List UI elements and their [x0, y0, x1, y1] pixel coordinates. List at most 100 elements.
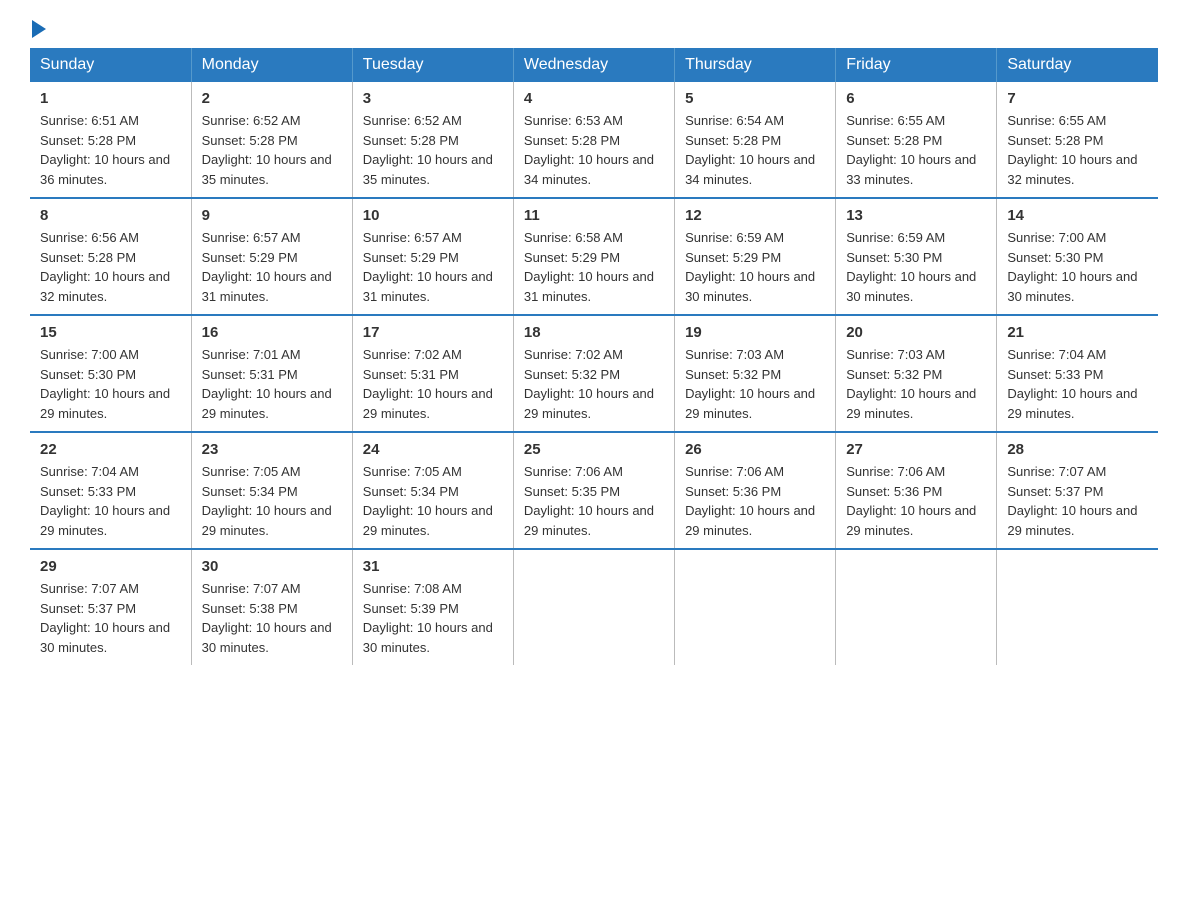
daylight-label: Daylight: 10 hours and 31 minutes. — [524, 269, 654, 304]
sunrise-label: Sunrise: 6:54 AM — [685, 113, 784, 128]
calendar-cell: 26 Sunrise: 7:06 AM Sunset: 5:36 PM Dayl… — [675, 432, 836, 549]
daylight-label: Daylight: 10 hours and 31 minutes. — [202, 269, 332, 304]
daylight-label: Daylight: 10 hours and 30 minutes. — [685, 269, 815, 304]
sunrise-label: Sunrise: 6:59 AM — [846, 230, 945, 245]
day-info: Sunrise: 7:07 AM Sunset: 5:38 PM Dayligh… — [202, 579, 342, 657]
day-number: 5 — [685, 90, 825, 107]
sunrise-label: Sunrise: 7:05 AM — [202, 464, 301, 479]
sunset-label: Sunset: 5:36 PM — [685, 484, 781, 499]
calendar-cell: 5 Sunrise: 6:54 AM Sunset: 5:28 PM Dayli… — [675, 82, 836, 198]
calendar-cell — [997, 549, 1158, 665]
day-info: Sunrise: 6:59 AM Sunset: 5:30 PM Dayligh… — [846, 228, 986, 306]
calendar-cell: 1 Sunrise: 6:51 AM Sunset: 5:28 PM Dayli… — [30, 82, 191, 198]
day-info: Sunrise: 6:58 AM Sunset: 5:29 PM Dayligh… — [524, 228, 664, 306]
sunset-label: Sunset: 5:32 PM — [685, 367, 781, 382]
daylight-label: Daylight: 10 hours and 35 minutes. — [363, 152, 493, 187]
day-info: Sunrise: 7:08 AM Sunset: 5:39 PM Dayligh… — [363, 579, 503, 657]
sunrise-label: Sunrise: 6:53 AM — [524, 113, 623, 128]
calendar-week-row: 22 Sunrise: 7:04 AM Sunset: 5:33 PM Dayl… — [30, 432, 1158, 549]
calendar-cell: 18 Sunrise: 7:02 AM Sunset: 5:32 PM Dayl… — [513, 315, 674, 432]
day-info: Sunrise: 7:00 AM Sunset: 5:30 PM Dayligh… — [40, 345, 181, 423]
sunset-label: Sunset: 5:30 PM — [1007, 250, 1103, 265]
daylight-label: Daylight: 10 hours and 31 minutes. — [363, 269, 493, 304]
calendar-table: SundayMondayTuesdayWednesdayThursdayFrid… — [30, 48, 1158, 665]
sunrise-label: Sunrise: 6:55 AM — [1007, 113, 1106, 128]
sunrise-label: Sunrise: 7:08 AM — [363, 581, 462, 596]
day-number: 24 — [363, 441, 503, 458]
calendar-cell — [513, 549, 674, 665]
sunset-label: Sunset: 5:34 PM — [363, 484, 459, 499]
daylight-label: Daylight: 10 hours and 29 minutes. — [1007, 503, 1137, 538]
sunset-label: Sunset: 5:35 PM — [524, 484, 620, 499]
day-info: Sunrise: 6:51 AM Sunset: 5:28 PM Dayligh… — [40, 111, 181, 189]
daylight-label: Daylight: 10 hours and 29 minutes. — [363, 503, 493, 538]
day-number: 8 — [40, 207, 181, 224]
day-number: 14 — [1007, 207, 1148, 224]
sunset-label: Sunset: 5:29 PM — [363, 250, 459, 265]
sunrise-label: Sunrise: 6:57 AM — [363, 230, 462, 245]
sunset-label: Sunset: 5:34 PM — [202, 484, 298, 499]
sunset-label: Sunset: 5:28 PM — [524, 133, 620, 148]
sunset-label: Sunset: 5:29 PM — [685, 250, 781, 265]
day-info: Sunrise: 7:04 AM Sunset: 5:33 PM Dayligh… — [40, 462, 181, 540]
daylight-label: Daylight: 10 hours and 36 minutes. — [40, 152, 170, 187]
calendar-cell — [675, 549, 836, 665]
daylight-label: Daylight: 10 hours and 29 minutes. — [846, 386, 976, 421]
day-info: Sunrise: 7:06 AM Sunset: 5:35 PM Dayligh… — [524, 462, 664, 540]
daylight-label: Daylight: 10 hours and 29 minutes. — [685, 386, 815, 421]
sunset-label: Sunset: 5:36 PM — [846, 484, 942, 499]
calendar-week-row: 8 Sunrise: 6:56 AM Sunset: 5:28 PM Dayli… — [30, 198, 1158, 315]
day-info: Sunrise: 7:02 AM Sunset: 5:32 PM Dayligh… — [524, 345, 664, 423]
calendar-cell: 29 Sunrise: 7:07 AM Sunset: 5:37 PM Dayl… — [30, 549, 191, 665]
daylight-label: Daylight: 10 hours and 30 minutes. — [40, 620, 170, 655]
sunrise-label: Sunrise: 6:52 AM — [363, 113, 462, 128]
day-info: Sunrise: 7:07 AM Sunset: 5:37 PM Dayligh… — [1007, 462, 1148, 540]
sunrise-label: Sunrise: 7:07 AM — [40, 581, 139, 596]
day-info: Sunrise: 6:54 AM Sunset: 5:28 PM Dayligh… — [685, 111, 825, 189]
day-number: 2 — [202, 90, 342, 107]
calendar-cell: 21 Sunrise: 7:04 AM Sunset: 5:33 PM Dayl… — [997, 315, 1158, 432]
day-number: 10 — [363, 207, 503, 224]
day-number: 26 — [685, 441, 825, 458]
day-info: Sunrise: 6:59 AM Sunset: 5:29 PM Dayligh… — [685, 228, 825, 306]
daylight-label: Daylight: 10 hours and 35 minutes. — [202, 152, 332, 187]
calendar-cell: 31 Sunrise: 7:08 AM Sunset: 5:39 PM Dayl… — [352, 549, 513, 665]
calendar-header-row: SundayMondayTuesdayWednesdayThursdayFrid… — [30, 48, 1158, 82]
sunset-label: Sunset: 5:39 PM — [363, 601, 459, 616]
sunset-label: Sunset: 5:31 PM — [363, 367, 459, 382]
calendar-cell: 10 Sunrise: 6:57 AM Sunset: 5:29 PM Dayl… — [352, 198, 513, 315]
daylight-label: Daylight: 10 hours and 29 minutes. — [1007, 386, 1137, 421]
logo — [30, 20, 48, 38]
daylight-label: Daylight: 10 hours and 29 minutes. — [202, 386, 332, 421]
day-number: 18 — [524, 324, 664, 341]
day-info: Sunrise: 7:05 AM Sunset: 5:34 PM Dayligh… — [202, 462, 342, 540]
sunset-label: Sunset: 5:31 PM — [202, 367, 298, 382]
day-number: 4 — [524, 90, 664, 107]
day-info: Sunrise: 6:57 AM Sunset: 5:29 PM Dayligh… — [202, 228, 342, 306]
sunset-label: Sunset: 5:37 PM — [1007, 484, 1103, 499]
day-info: Sunrise: 6:52 AM Sunset: 5:28 PM Dayligh… — [202, 111, 342, 189]
day-number: 31 — [363, 558, 503, 575]
day-number: 29 — [40, 558, 181, 575]
sunset-label: Sunset: 5:29 PM — [202, 250, 298, 265]
calendar-cell — [836, 549, 997, 665]
day-number: 25 — [524, 441, 664, 458]
day-number: 11 — [524, 207, 664, 224]
calendar-week-row: 1 Sunrise: 6:51 AM Sunset: 5:28 PM Dayli… — [30, 82, 1158, 198]
sunset-label: Sunset: 5:28 PM — [40, 250, 136, 265]
weekday-header-saturday: Saturday — [997, 48, 1158, 82]
day-number: 1 — [40, 90, 181, 107]
sunset-label: Sunset: 5:28 PM — [40, 133, 136, 148]
sunset-label: Sunset: 5:37 PM — [40, 601, 136, 616]
day-info: Sunrise: 7:07 AM Sunset: 5:37 PM Dayligh… — [40, 579, 181, 657]
day-info: Sunrise: 7:03 AM Sunset: 5:32 PM Dayligh… — [846, 345, 986, 423]
sunset-label: Sunset: 5:28 PM — [685, 133, 781, 148]
sunset-label: Sunset: 5:28 PM — [1007, 133, 1103, 148]
sunrise-label: Sunrise: 7:05 AM — [363, 464, 462, 479]
sunset-label: Sunset: 5:28 PM — [846, 133, 942, 148]
sunset-label: Sunset: 5:29 PM — [524, 250, 620, 265]
calendar-cell: 15 Sunrise: 7:00 AM Sunset: 5:30 PM Dayl… — [30, 315, 191, 432]
calendar-cell: 12 Sunrise: 6:59 AM Sunset: 5:29 PM Dayl… — [675, 198, 836, 315]
sunset-label: Sunset: 5:28 PM — [363, 133, 459, 148]
calendar-cell: 27 Sunrise: 7:06 AM Sunset: 5:36 PM Dayl… — [836, 432, 997, 549]
